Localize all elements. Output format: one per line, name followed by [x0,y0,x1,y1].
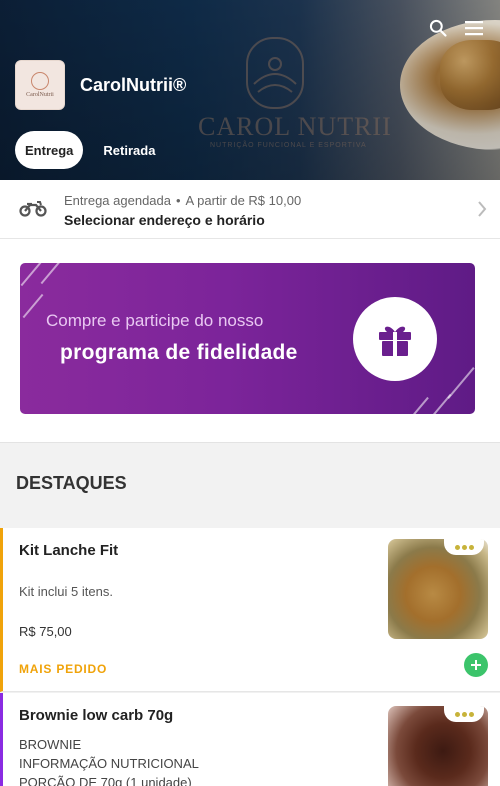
banner-decoration [40,263,62,285]
banner-decoration [430,393,452,414]
product-name: Kit Lanche Fit [19,542,119,559]
header-actions [426,16,486,40]
store-identity: CarolNutrii CarolNutrii® [15,60,186,110]
gift-icon [379,326,411,356]
banner-decoration [413,396,429,414]
description-line: INFORMAÇÃO NUTRICIONAL [19,756,199,771]
banner-decoration [447,367,475,399]
logo-text: CarolNutrii [26,92,54,98]
store-watermark-logo: CAROL NUTRII NUTRIÇÃO FUNCIONAL E ESPORT… [190,34,391,154]
store-header: CAROL NUTRII NUTRIÇÃO FUNCIONAL E ESPORT… [0,0,500,180]
product-description: Kit inclui 5 itens. [19,584,113,599]
brand-badge-icon [444,539,484,555]
tab-delivery[interactable]: Entrega [15,131,84,169]
highlights-header: DESTAQUES [0,443,500,528]
product-image[interactable] [388,539,488,639]
add-to-cart-button[interactable] [464,653,488,677]
loyalty-program-banner[interactable]: Compre e participe do nosso programa de … [20,263,475,414]
separator-dot: • [175,193,181,208]
product-card[interactable]: Brownie low carb 70g BROWNIE INFORMAÇÃO … [0,693,500,786]
section-title: DESTAQUES [16,473,127,493]
delivery-options-bar[interactable]: Entrega agendada • A partir de R$ 10,00 Se… [0,180,500,239]
promo-subtitle: Compre e participe do nosso [46,311,264,330]
product-name: Brownie low carb 70g [19,707,174,724]
store-logo[interactable]: CarolNutrii [15,60,65,110]
minimum-order: A partir de R$ 10,00 [185,193,302,208]
plus-icon [471,660,481,670]
product-card[interactable]: Kit Lanche Fit Kit inclui 5 itens. R$ 75… [0,528,500,692]
product-description: BROWNIE INFORMAÇÃO NUTRICIONAL PORÇÃO DE… [19,735,199,786]
brand-badge-icon [444,706,484,722]
motorcycle-icon [19,197,47,224]
description-line: BROWNIE [19,737,82,752]
logo-emblem-icon [31,72,49,90]
banner-decoration [20,263,42,287]
delivery-schedule-info: Entrega agendada • A partir de R$ 10,00 [64,193,301,208]
chevron-right-icon [476,200,488,223]
watermark-emblem-icon [246,37,304,109]
product-price: R$ 75,00 [19,624,72,639]
order-mode-tabs: Entrega Retirada [15,131,155,169]
description-line: PORÇÃO DE 70g (1 unidade) [19,775,192,786]
store-name: CarolNutrii® [80,74,187,95]
delivery-mode: Entrega agendada [64,193,171,208]
promo-section: Compre e participe do nosso programa de … [0,239,500,443]
delivery-info: Entrega agendada • A partir de R$ 10,00 Se… [64,193,301,228]
select-address-link[interactable]: Selecionar endereço e horário [64,212,301,228]
gift-badge [353,297,437,381]
watermark-text: CAROL NUTRII [198,112,392,141]
search-icon[interactable] [426,16,450,40]
watermark-subtext: NUTRIÇÃO FUNCIONAL E ESPORTIVA [210,142,367,149]
promo-title: programa de fidelidade [60,341,298,364]
tab-pickup[interactable]: Retirada [103,143,155,158]
most-ordered-tag: MAIS PEDIDO [19,662,108,676]
banner-decoration [22,293,44,319]
menu-icon[interactable] [462,16,486,40]
product-image[interactable] [388,706,488,786]
